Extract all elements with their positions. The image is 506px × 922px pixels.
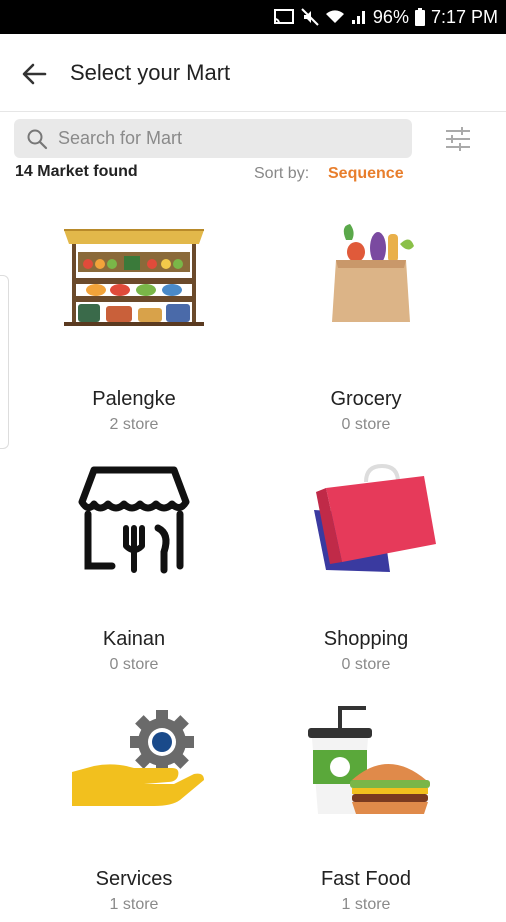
signal-icon — [351, 9, 367, 25]
arrow-back-icon — [22, 63, 47, 85]
market-name: Fast Food — [320, 868, 412, 890]
market-name: Services — [95, 868, 173, 890]
store-count: 0 store — [109, 656, 159, 673]
clock: 7:17 PM — [430, 6, 498, 27]
restaurant-icon — [78, 466, 190, 574]
status-bar: 96% 7:17 PM — [0, 0, 506, 34]
wifi-icon — [325, 9, 345, 25]
store-count: 0 store — [341, 656, 391, 673]
mute-icon — [301, 8, 319, 26]
back-button[interactable] — [14, 56, 54, 92]
market-card-palengke[interactable]: Palengke 2 store — [24, 222, 244, 442]
burger-drink-icon — [308, 706, 430, 814]
sort-label: Sort by: — [254, 165, 310, 182]
cast-icon — [273, 8, 295, 26]
market-card-services[interactable]: Services 1 store — [24, 702, 244, 922]
market-card-shopping[interactable]: Shopping 0 store — [256, 462, 476, 682]
battery-icon — [414, 8, 425, 26]
market-name: Kainan — [102, 628, 166, 650]
sliders-icon — [446, 127, 470, 151]
market-card-grocery[interactable]: Grocery 0 store — [256, 222, 476, 442]
filter-button[interactable] — [440, 122, 476, 156]
market-stall-icon — [64, 229, 204, 326]
market-name: Grocery — [330, 388, 402, 410]
search-bar[interactable] — [14, 119, 412, 158]
results-count: 14 Market found — [15, 163, 138, 180]
market-name: Shopping — [323, 628, 409, 650]
battery-percent: 96% — [372, 6, 409, 27]
market-name: Palengke — [92, 388, 176, 410]
market-card-fast-food[interactable]: Fast Food 1 store — [256, 702, 476, 922]
side-drawer-handle[interactable] — [0, 275, 9, 449]
market-card-kainan[interactable]: Kainan 0 store — [24, 462, 244, 682]
sale-shopping-bags-icon — [314, 463, 436, 572]
page-title: Select your Mart — [70, 60, 231, 85]
search-input[interactable] — [56, 127, 380, 150]
sort-dropdown[interactable]: Sequence — [328, 165, 404, 183]
app-bar: Select your Mart — [0, 34, 506, 112]
services-gear-hand-icon — [72, 710, 204, 806]
store-count: 2 store — [109, 416, 159, 433]
store-count: 1 store — [341, 896, 391, 913]
search-icon — [27, 129, 48, 149]
store-count: 1 store — [109, 896, 159, 913]
store-count: 0 store — [341, 416, 391, 433]
grocery-bag-icon — [332, 224, 414, 322]
